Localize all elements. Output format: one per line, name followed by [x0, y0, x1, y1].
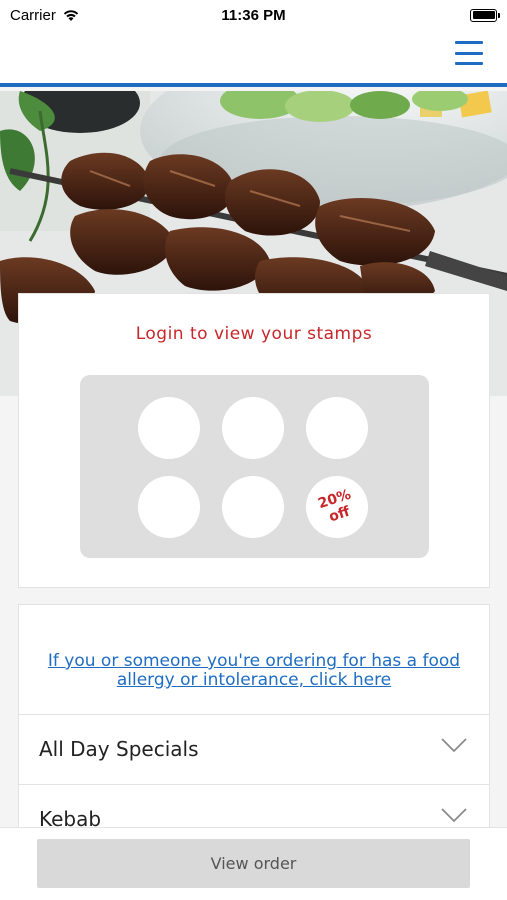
carrier-group: Carrier — [10, 7, 80, 24]
view-order-button[interactable]: View order — [37, 839, 470, 888]
stamp-slot — [138, 397, 200, 459]
stamp-panel: 20% off — [80, 375, 429, 558]
stamp-card: Login to view your stamps 20% off — [18, 293, 490, 588]
chevron-down-icon — [441, 808, 467, 823]
stamp-slot — [222, 476, 284, 538]
allergy-info-link[interactable]: If you or someone you're ordering for ha… — [39, 652, 469, 690]
wifi-icon — [63, 10, 79, 21]
menu-card: If you or someone you're ordering for ha… — [18, 604, 490, 844]
chevron-down-icon — [441, 738, 467, 753]
status-bar: Carrier 11:36 PM — [0, 0, 507, 30]
login-stamps-link[interactable]: Login to view your stamps — [19, 324, 489, 344]
stamp-slot — [306, 397, 368, 459]
stamp-slot — [222, 397, 284, 459]
category-row-all-day-specials[interactable]: All Day Specials — [19, 714, 489, 784]
app-header — [0, 30, 507, 87]
category-label: All Day Specials — [39, 737, 199, 761]
stamp-slot — [138, 476, 200, 538]
hamburger-menu-icon[interactable] — [455, 41, 483, 65]
reward-label: 20% off — [316, 486, 353, 526]
reward-stamp: 20% off — [306, 476, 368, 538]
carrier-label: Carrier — [10, 6, 56, 24]
bottom-bar: View order — [0, 827, 507, 900]
battery-icon — [470, 8, 500, 22]
